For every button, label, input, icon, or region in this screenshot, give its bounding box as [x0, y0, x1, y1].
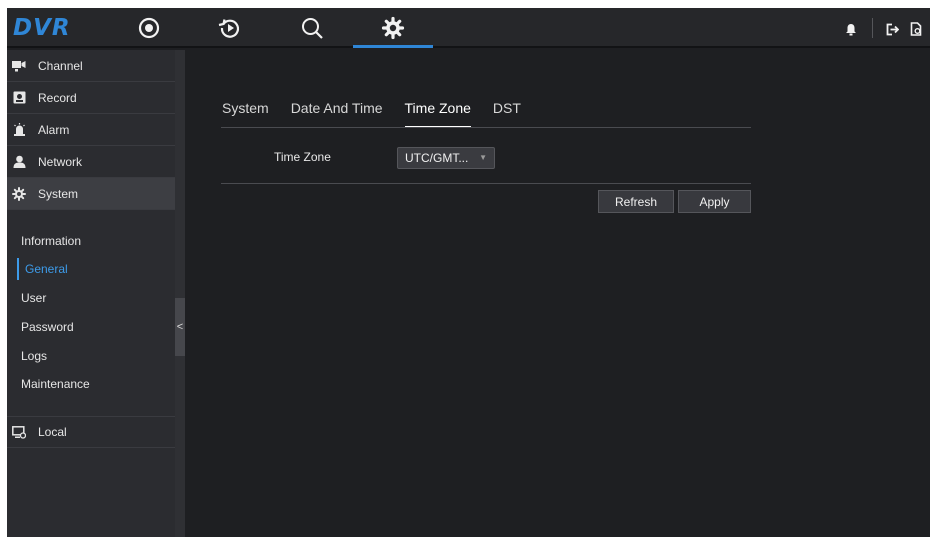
local-icon — [12, 425, 26, 439]
network-icon — [12, 155, 26, 169]
toolbar-separator — [872, 18, 873, 38]
form-divider — [221, 183, 751, 184]
time-zone-label: Time Zone — [274, 150, 331, 164]
sidebar-subitem-maintenance[interactable]: Maintenance — [17, 373, 90, 395]
sidebar-item-label: Local — [38, 425, 67, 439]
sidebar-subitem-information[interactable]: Information — [17, 230, 81, 252]
camera-icon — [12, 59, 26, 73]
tab-dst[interactable]: DST — [493, 100, 521, 128]
sidebar-item-channel[interactable]: Channel — [7, 50, 175, 82]
sidebar-item-system[interactable]: System — [7, 178, 175, 210]
gear-icon — [12, 186, 26, 201]
refresh-button[interactable]: Refresh — [598, 190, 674, 213]
tab-system[interactable]: System — [222, 100, 269, 128]
settings-tabs: System Date And Time Time Zone DST — [222, 100, 543, 128]
sidebar-item-record[interactable]: Record — [7, 82, 175, 114]
time-zone-value: UTC/GMT... — [405, 151, 469, 165]
tab-date-and-time[interactable]: Date And Time — [291, 100, 383, 128]
sidebar-item-label: Network — [38, 154, 83, 169]
sidebar-subitem-password[interactable]: Password — [17, 316, 74, 338]
settings-gear-icon[interactable] — [379, 14, 407, 42]
record-icon — [12, 91, 26, 105]
sidebar-item-label: System — [38, 186, 79, 201]
top-bar: DVR — [7, 8, 930, 48]
dvr-logo: DVR — [13, 15, 71, 41]
sidebar-collapse-track — [175, 50, 185, 537]
sidebar-item-label: Alarm — [38, 122, 70, 137]
sidebar-subitem-logs[interactable]: Logs — [17, 345, 47, 367]
sidebar-item-alarm[interactable]: Alarm — [7, 114, 175, 146]
file-icon[interactable] — [908, 20, 924, 38]
chevron-down-icon: ▼ — [479, 153, 487, 162]
sidebar-collapse-button[interactable]: < — [175, 298, 185, 356]
dvr-app: DVR Channel Record Alarm Network System … — [7, 8, 930, 537]
sidebar-item-label: Channel — [38, 58, 83, 73]
sidebar-subitem-user[interactable]: User — [17, 287, 46, 309]
tab-divider — [221, 127, 751, 128]
sidebar-item-label: Record — [38, 90, 77, 105]
playback-icon[interactable] — [216, 14, 244, 42]
sidebar-item-network[interactable]: Network — [7, 146, 175, 178]
time-zone-select[interactable]: UTC/GMT... ▼ — [397, 147, 495, 169]
active-nav-indicator — [353, 45, 433, 48]
alarm-icon — [12, 123, 26, 137]
sidebar-subitem-general[interactable]: General — [17, 258, 68, 280]
sidebar-item-local[interactable]: Local — [7, 416, 175, 448]
sidebar: Channel Record Alarm Network System Info… — [7, 50, 175, 537]
bell-icon[interactable] — [843, 20, 859, 38]
search-icon[interactable] — [298, 14, 326, 42]
logout-icon[interactable] — [884, 20, 900, 38]
apply-button[interactable]: Apply — [678, 190, 751, 213]
tab-time-zone[interactable]: Time Zone — [404, 100, 472, 128]
live-view-target-icon[interactable] — [135, 14, 163, 42]
